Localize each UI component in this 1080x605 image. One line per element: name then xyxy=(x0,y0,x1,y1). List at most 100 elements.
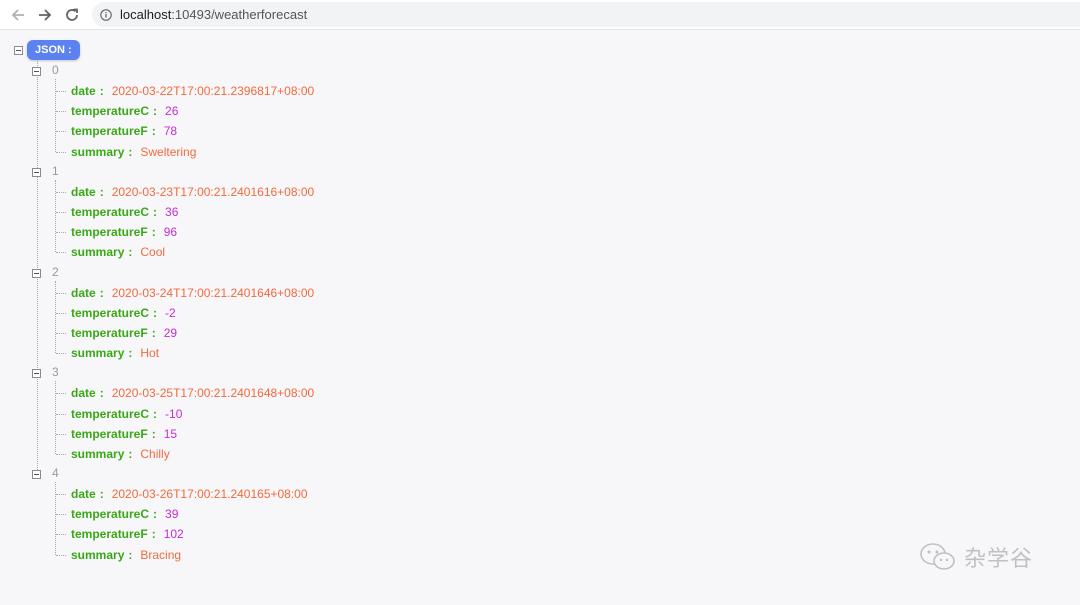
property-temperature-c: temperatureC: -10 xyxy=(71,406,182,422)
watermark: 杂学谷 xyxy=(918,541,1033,573)
property-value: -10 xyxy=(165,406,183,421)
property-connector xyxy=(56,453,66,455)
property-value: 36 xyxy=(165,205,179,220)
browser-toolbar: localhost:10493/weatherforecast xyxy=(0,0,1080,30)
property-key: summary xyxy=(71,346,125,361)
property-value: 96 xyxy=(163,225,178,240)
property-connector xyxy=(56,393,66,395)
property-separator: : xyxy=(99,285,104,300)
json-viewer: JSON : 0 date: 2020-03-22T17:00:21.2396817… xyxy=(0,30,1080,605)
item-tree-line xyxy=(55,179,56,253)
item-collapse-toggle[interactable] xyxy=(32,67,41,76)
address-bar[interactable]: localhost:10493/weatherforecast xyxy=(92,2,1080,27)
property-key: date xyxy=(71,386,96,401)
property-separator: : xyxy=(99,386,104,401)
item-index: 0 xyxy=(52,63,59,77)
reload-button[interactable] xyxy=(62,5,82,25)
property-separator: : xyxy=(153,406,158,421)
property-key: date xyxy=(71,84,96,99)
item-collapse-toggle[interactable] xyxy=(32,369,41,379)
property-connector xyxy=(56,433,66,435)
back-button[interactable] xyxy=(8,5,28,25)
item-collapse-toggle[interactable] xyxy=(32,167,41,177)
property-key: date xyxy=(71,184,96,199)
property-separator: : xyxy=(128,245,133,260)
property-connector xyxy=(56,91,66,93)
property-connector xyxy=(56,212,66,214)
property-value: Bracing xyxy=(140,547,182,562)
root-collapse-toggle[interactable] xyxy=(14,46,23,55)
property-value: 15 xyxy=(163,426,178,441)
property-value: 39 xyxy=(165,507,179,522)
property-key: summary xyxy=(71,547,125,562)
forward-button[interactable] xyxy=(35,5,55,25)
property-key: temperatureC xyxy=(71,104,150,119)
property-key: date xyxy=(71,285,96,300)
property-connector xyxy=(56,252,66,254)
item-collapse-toggle[interactable] xyxy=(32,470,41,479)
property-key: temperatureF xyxy=(71,527,148,542)
property-connector xyxy=(56,292,66,294)
property-temperature-c: temperatureC:39 xyxy=(71,506,178,522)
property-temperature-f: temperatureF:29 xyxy=(71,325,177,341)
property-key: temperatureF xyxy=(71,426,148,441)
root-tree-line xyxy=(37,61,38,474)
property-connector xyxy=(56,534,66,536)
wechat-icon xyxy=(920,543,955,570)
property-key: temperatureF xyxy=(71,325,148,340)
arrow-right-icon xyxy=(39,9,52,21)
property-connector xyxy=(56,151,66,153)
property-key: temperatureF xyxy=(71,225,148,240)
property-separator: : xyxy=(151,325,156,340)
property-summary: summary: Bracing xyxy=(71,547,181,563)
property-separator: : xyxy=(99,184,104,199)
property-separator: : xyxy=(128,346,133,361)
property-summary: summary: Chilly xyxy=(71,446,170,462)
property-connector xyxy=(56,554,66,556)
property-key: temperatureC xyxy=(71,305,150,320)
property-connector xyxy=(56,312,66,314)
url-text[interactable]: localhost:10493/weatherforecast xyxy=(120,7,307,22)
property-connector xyxy=(56,131,66,133)
property-value: 2020-03-22T17:00:21.2396817+08:00 xyxy=(111,84,315,99)
property-key: summary xyxy=(71,446,125,461)
item-tree-line xyxy=(55,280,56,354)
property-temperature-c: temperatureC:26 xyxy=(71,103,178,119)
arrow-left-icon xyxy=(11,9,24,21)
property-key: temperatureC xyxy=(71,507,150,522)
property-connector xyxy=(56,494,66,496)
property-date: date:2020-03-24T17:00:21.2401646+08:00 xyxy=(71,285,314,301)
property-separator: : xyxy=(151,225,156,240)
property-value: 2020-03-25T17:00:21.2401648+08:00 xyxy=(111,386,315,401)
property-temperature-f: temperatureF:96 xyxy=(71,224,177,240)
property-separator: : xyxy=(153,205,158,220)
property-key: date xyxy=(71,487,96,502)
property-connector xyxy=(56,353,66,355)
property-value: -2 xyxy=(165,305,176,320)
property-temperature-c: temperatureC: -2 xyxy=(71,305,176,321)
property-value: Chilly xyxy=(140,446,170,461)
property-value: Cool xyxy=(140,245,166,260)
property-separator: : xyxy=(153,104,158,119)
property-temperature-c: temperatureC:36 xyxy=(71,204,178,220)
property-temperature-f: temperatureF:15 xyxy=(71,426,177,442)
property-value: 78 xyxy=(163,124,178,139)
property-separator: : xyxy=(151,124,156,139)
item-collapse-toggle[interactable] xyxy=(32,268,41,278)
property-value: Hot xyxy=(140,346,160,361)
json-root-label[interactable]: JSON : xyxy=(27,40,80,60)
info-icon[interactable] xyxy=(100,8,112,21)
property-key: temperatureC xyxy=(71,406,150,421)
property-connector xyxy=(56,191,66,193)
property-separator: : xyxy=(99,487,104,502)
property-date: date:2020-03-26T17:00:21.240165+08:00 xyxy=(71,486,308,502)
item-tree-line xyxy=(55,482,56,555)
watermark-text: 杂学谷 xyxy=(964,547,1034,572)
property-value: Sweltering xyxy=(140,144,197,159)
item-tree-line xyxy=(55,381,56,454)
property-value: 2020-03-26T17:00:21.240165+08:00 xyxy=(111,487,308,502)
property-connector xyxy=(56,111,66,113)
url-path: :10493/weatherforecast xyxy=(171,7,308,22)
property-key: temperatureC xyxy=(71,205,150,220)
property-key: temperatureF xyxy=(71,124,148,139)
